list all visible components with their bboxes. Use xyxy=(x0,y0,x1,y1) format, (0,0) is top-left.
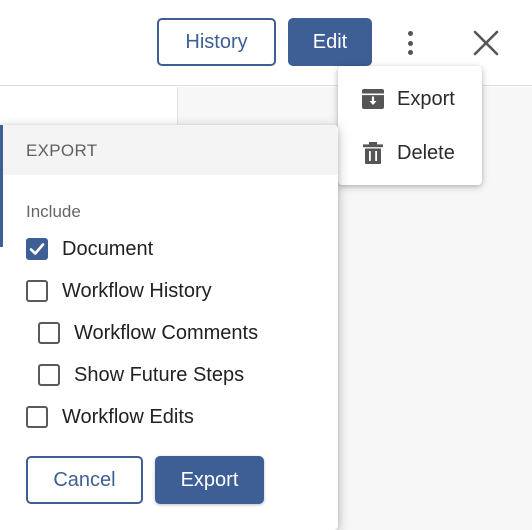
option-workflow-history[interactable]: Workflow History xyxy=(26,277,212,305)
checkmark-icon xyxy=(29,243,45,255)
trash-icon xyxy=(363,142,383,164)
cancel-button[interactable]: Cancel xyxy=(26,456,143,504)
edit-button[interactable]: Edit xyxy=(288,18,372,66)
menu-item-label: Delete xyxy=(397,141,455,164)
export-dialog: EXPORT Include Document Workflow History… xyxy=(0,125,338,530)
page: History Edit Export Delete EXPORT Includ… xyxy=(0,0,532,530)
option-show-future-steps[interactable]: Show Future Steps xyxy=(38,361,244,389)
workflow-edits-checkbox[interactable] xyxy=(26,406,48,428)
option-document[interactable]: Document xyxy=(26,235,153,263)
option-label: Workflow Comments xyxy=(74,321,259,344)
workflow-history-checkbox[interactable] xyxy=(26,280,48,302)
option-label: Workflow History xyxy=(62,279,212,302)
menu-item-delete[interactable]: Delete xyxy=(338,130,482,176)
workflow-comments-checkbox[interactable] xyxy=(38,322,60,344)
document-checkbox[interactable] xyxy=(26,238,48,260)
dialog-accent-bar xyxy=(0,125,3,247)
option-label: Show Future Steps xyxy=(74,363,245,386)
more-actions-menu: Export Delete xyxy=(338,66,482,185)
history-button[interactable]: History xyxy=(157,18,276,66)
close-icon[interactable] xyxy=(470,27,502,59)
export-button[interactable]: Export xyxy=(155,456,264,504)
option-workflow-comments[interactable]: Workflow Comments xyxy=(38,319,258,347)
show-future-steps-checkbox[interactable] xyxy=(38,364,60,386)
option-label: Workflow Edits xyxy=(62,405,194,428)
include-label: Include xyxy=(26,202,81,221)
dialog-header: EXPORT xyxy=(0,125,338,175)
more-vertical-icon[interactable] xyxy=(396,28,424,58)
menu-item-label: Export xyxy=(397,87,455,110)
option-label: Document xyxy=(62,237,154,260)
dialog-title: EXPORT xyxy=(26,141,98,160)
option-workflow-edits[interactable]: Workflow Edits xyxy=(26,403,194,431)
menu-item-export[interactable]: Export xyxy=(338,76,482,122)
export-icon xyxy=(362,89,384,109)
